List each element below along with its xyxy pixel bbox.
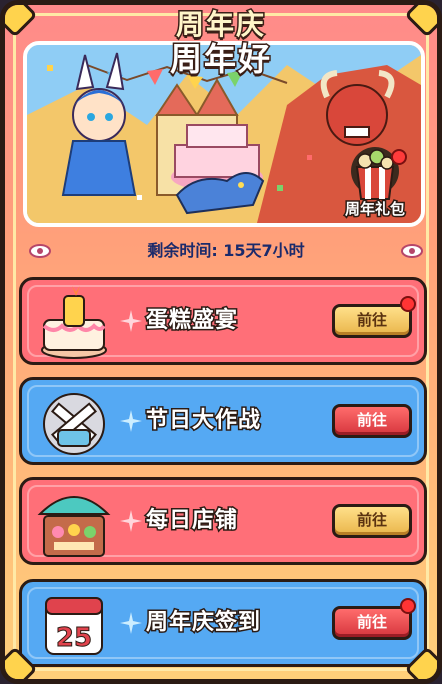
shop-icon xyxy=(37,496,111,557)
sparkle-icon xyxy=(120,510,142,532)
activity-card-daily-shop[interactable]: 每日店铺 前往 xyxy=(19,477,427,565)
calendar-icon: 25 xyxy=(45,597,103,655)
sparkle-icon xyxy=(120,612,142,634)
activity-card-festival-battle[interactable]: 节日大作战 前往 xyxy=(19,377,427,465)
activity-label: 蛋糕盛宴 xyxy=(144,307,239,335)
anniversary-gift-pack[interactable]: 周年礼包 xyxy=(337,143,413,220)
title-line-2: 周年好 xyxy=(168,40,272,79)
activity-label: 节日大作战 xyxy=(144,407,262,435)
remaining-time: 剩余时间: 15天7小时 xyxy=(147,241,305,260)
activity-card-anniversary-checkin[interactable]: 25 周年庆签到 前往 xyxy=(19,579,427,667)
anniversary-panel: 周年礼包 周年庆 周年好 剩余时间: 15天7小时 蛋糕盛宴 前往 节日大作战 … xyxy=(0,0,442,684)
activity-card-cake-feast[interactable]: 蛋糕盛宴 前往 xyxy=(19,277,427,365)
sparkle-icon xyxy=(120,410,142,432)
notify-dot xyxy=(400,598,416,614)
activity-label: 周年庆签到 xyxy=(144,609,262,637)
gift-notify-dot xyxy=(391,149,407,165)
notify-dot xyxy=(400,296,416,312)
cake-icon xyxy=(41,286,107,359)
countdown-row: 剩余时间: 15天7小时 xyxy=(23,237,429,265)
activity-label: 每日店铺 xyxy=(144,507,239,535)
go-button-anniversary-checkin[interactable]: 前往 xyxy=(332,606,412,640)
eye-ornament-icon xyxy=(401,244,423,258)
go-button-cake-feast[interactable]: 前往 xyxy=(332,304,412,338)
crossed-swords-icon xyxy=(43,393,105,455)
gift-pack-label: 周年礼包 xyxy=(343,199,406,220)
event-title: 周年庆 周年好 xyxy=(5,5,437,79)
calendar-number: 25 xyxy=(56,623,92,653)
sparkle-icon xyxy=(120,310,142,332)
go-button-festival-battle[interactable]: 前往 xyxy=(332,404,412,438)
title-line-1: 周年庆 xyxy=(174,7,266,42)
go-button-daily-shop[interactable]: 前往 xyxy=(332,504,412,538)
